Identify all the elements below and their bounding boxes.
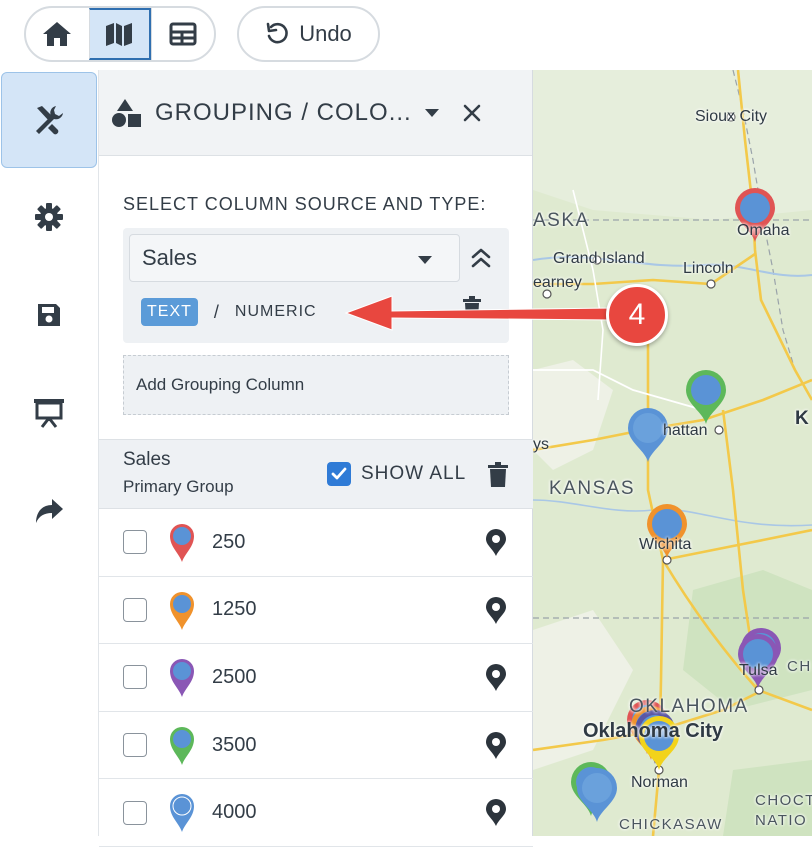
home-button[interactable] bbox=[26, 8, 89, 60]
group-value: 3500 bbox=[212, 733, 257, 756]
undo-icon bbox=[266, 22, 289, 44]
group-value: 250 bbox=[212, 530, 246, 553]
map-label: CHOCT bbox=[755, 792, 812, 809]
rail-share-button[interactable] bbox=[0, 462, 98, 560]
group-checkbox[interactable] bbox=[123, 597, 147, 622]
marker-pin-icon bbox=[170, 524, 194, 562]
chevron-down-icon[interactable] bbox=[424, 108, 440, 118]
section-label: SELECT COLUMN SOURCE AND TYPE: bbox=[123, 194, 487, 214]
undo-label: Undo bbox=[299, 21, 352, 46]
group-value: 4000 bbox=[212, 801, 257, 824]
group-value: 2500 bbox=[212, 665, 257, 688]
map-label: Norman bbox=[631, 774, 688, 791]
group-value: 1250 bbox=[212, 598, 257, 621]
marker-pin-icon bbox=[170, 726, 194, 765]
presentation-icon bbox=[34, 399, 64, 428]
rail-settings-button[interactable] bbox=[0, 168, 98, 266]
marker-pin-icon bbox=[170, 659, 194, 698]
show-all-label: SHOW ALL bbox=[361, 463, 467, 484]
group-header: Sales Primary Group SHOW ALL bbox=[99, 439, 533, 509]
share-icon bbox=[36, 499, 63, 523]
group-list: 250 1250 2500 3500 4000 bbox=[99, 509, 533, 847]
type-separator: / bbox=[213, 301, 219, 322]
view-switcher bbox=[24, 6, 216, 62]
rail-present-button[interactable] bbox=[0, 364, 98, 462]
map-label: KANSAS bbox=[549, 478, 636, 499]
table-icon bbox=[169, 22, 197, 46]
add-grouping-column-button[interactable]: Add Grouping Column bbox=[123, 355, 509, 415]
column-type-toggle: TEXT / NUMERIC bbox=[141, 298, 317, 326]
group-checkbox[interactable] bbox=[123, 665, 147, 690]
group-subtitle: Primary Group bbox=[123, 477, 234, 496]
map-label: earney bbox=[533, 274, 582, 291]
undo-button[interactable]: Undo bbox=[237, 6, 380, 62]
top-toolbar: Undo bbox=[0, 0, 812, 70]
column-select-value: Sales bbox=[142, 245, 198, 270]
show-all-toggle[interactable]: SHOW ALL bbox=[327, 462, 466, 486]
panel-header: GROUPING / COLO... bbox=[99, 70, 532, 156]
close-icon[interactable] bbox=[462, 103, 482, 123]
trash-icon[interactable] bbox=[487, 462, 509, 488]
tools-icon bbox=[36, 106, 63, 135]
panel-title: GROUPING / COLO... bbox=[155, 98, 412, 126]
rail-save-button[interactable] bbox=[0, 266, 98, 364]
group-row: 250 bbox=[99, 509, 533, 577]
map-canvas[interactable]: Sioux City ASKA Omaha Grand Island Linco… bbox=[533, 70, 812, 836]
group-checkbox[interactable] bbox=[123, 530, 147, 555]
double-chevron-up-icon bbox=[471, 248, 491, 268]
shapes-icon bbox=[112, 98, 141, 127]
map-label: ys bbox=[533, 436, 549, 453]
chevron-down-icon bbox=[418, 256, 432, 264]
type-text-option[interactable]: TEXT bbox=[141, 298, 198, 326]
group-row: 2500 bbox=[99, 644, 533, 712]
map-icon bbox=[106, 23, 133, 46]
type-numeric-option[interactable]: NUMERIC bbox=[235, 303, 317, 321]
group-row: 4000 bbox=[99, 779, 533, 847]
map-label: Grand Island bbox=[553, 250, 645, 267]
column-source-box: Sales TEXT / NUMERIC bbox=[123, 228, 509, 343]
map-label: OKLAHOMA bbox=[629, 696, 749, 717]
locate-pin-icon[interactable] bbox=[485, 731, 507, 760]
collapse-button[interactable] bbox=[463, 240, 499, 276]
map-marker-blue[interactable] bbox=[628, 408, 668, 462]
gear-icon bbox=[35, 203, 63, 231]
map-marker-green[interactable] bbox=[686, 370, 726, 424]
map-label: K bbox=[795, 408, 811, 429]
save-icon bbox=[38, 304, 60, 326]
map-label: Wichita bbox=[639, 536, 692, 553]
map-label: CHICKASAW bbox=[619, 816, 723, 833]
group-title: Sales bbox=[123, 449, 171, 470]
marker-pin-icon bbox=[170, 794, 194, 833]
trash-icon[interactable] bbox=[462, 296, 482, 320]
map-label: Tulsa bbox=[739, 662, 778, 679]
home-icon bbox=[43, 22, 72, 46]
locate-pin-icon[interactable] bbox=[485, 799, 507, 827]
group-row: 3500 bbox=[99, 712, 533, 780]
table-view-button[interactable] bbox=[151, 8, 214, 60]
show-all-checkbox[interactable] bbox=[327, 462, 351, 486]
locate-pin-icon[interactable] bbox=[485, 596, 507, 625]
map-label: CH bbox=[787, 658, 812, 675]
map-label: Oklahoma City bbox=[583, 720, 724, 742]
group-row: 1250 bbox=[99, 577, 533, 645]
rail-tools-button[interactable] bbox=[1, 72, 97, 168]
map-label: Sioux City bbox=[695, 108, 768, 125]
left-rail bbox=[0, 70, 99, 836]
locate-pin-icon[interactable] bbox=[485, 664, 507, 692]
grouping-panel: GROUPING / COLO... SELECT COLUMN SOURCE … bbox=[99, 70, 533, 847]
group-checkbox[interactable] bbox=[123, 733, 147, 758]
locate-pin-icon[interactable] bbox=[485, 529, 507, 557]
group-checkbox[interactable] bbox=[123, 800, 147, 825]
map-label: Omaha bbox=[737, 222, 790, 239]
column-select[interactable]: Sales bbox=[129, 234, 460, 282]
map-label: ASKA bbox=[533, 210, 590, 231]
check-icon bbox=[331, 467, 347, 480]
map-marker-blue[interactable] bbox=[577, 768, 617, 822]
map-label: Lincoln bbox=[683, 260, 734, 277]
step-badge: 4 bbox=[606, 284, 668, 346]
map-label: NATIO bbox=[755, 812, 808, 829]
map-view-button[interactable] bbox=[88, 8, 152, 60]
map-label: hattan bbox=[663, 422, 708, 439]
marker-pin-icon bbox=[170, 591, 194, 630]
